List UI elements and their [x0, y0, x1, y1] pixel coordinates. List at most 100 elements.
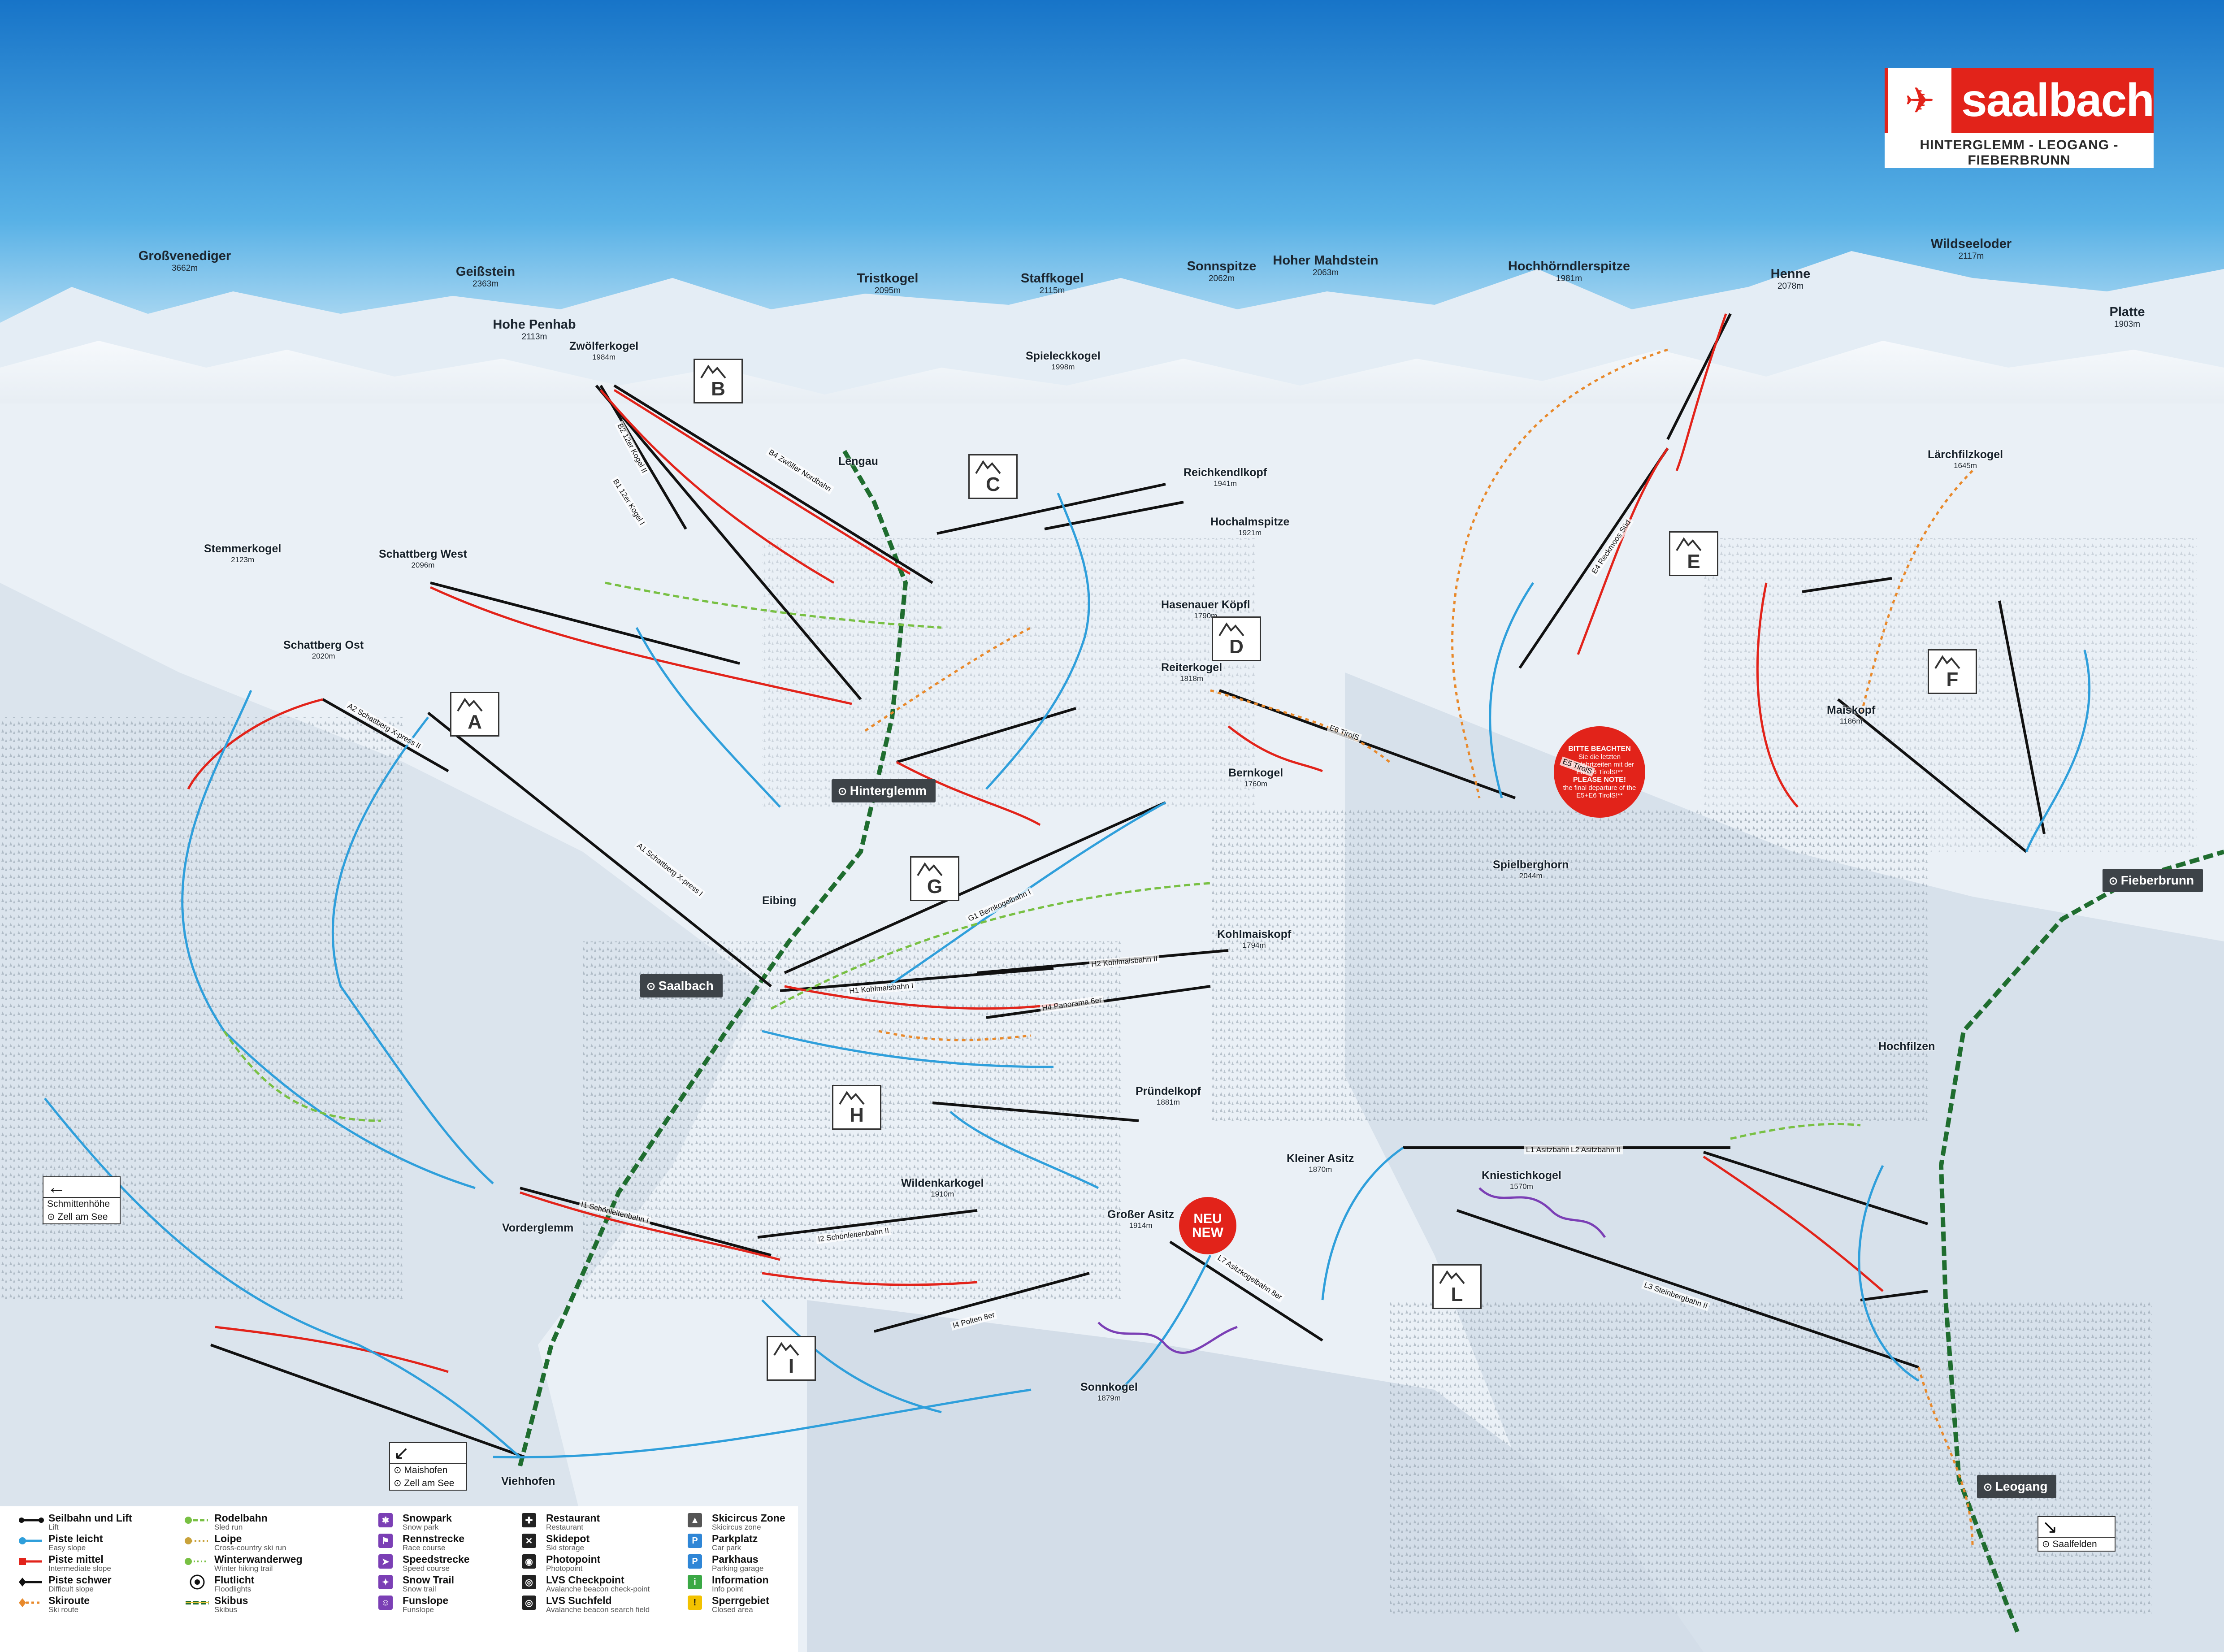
legend-item-garage: P Parkhaus Parking garage	[681, 1553, 785, 1573]
summit-label: Maiskopf 1186m	[1827, 704, 1876, 725]
summit-label: Sonnkogel 1879m	[1080, 1381, 1138, 1402]
town-badge-fieberbrunn[interactable]: Fieberbrunn	[2103, 869, 2203, 892]
peak-label: Geißstein 2363m	[455, 264, 516, 289]
zone-marker[interactable]: L	[1432, 1264, 1482, 1309]
legend-label-en: Skibus	[214, 1605, 238, 1614]
peak-label: Henne 2078m	[1770, 267, 1811, 291]
summit-label: Pründelkopf 1881m	[1136, 1085, 1201, 1106]
legend-item-floodlight: Flutlicht Floodlights	[184, 1574, 303, 1593]
legend-item-info: i Information Info point	[681, 1574, 785, 1593]
skibus-icon	[184, 1595, 211, 1610]
legend-label-en: Ski storage	[546, 1544, 585, 1552]
legend-item-photo: ◉ Photopoint Photopoint	[516, 1554, 650, 1573]
zone-marker[interactable]: D	[1212, 616, 1261, 661]
info-icon: i	[681, 1574, 708, 1590]
peak-label: Platte 1903m	[2109, 305, 2145, 329]
brand-logo: ✈ saalbach HINTERGLEMM - LEOGANG - FIEBE…	[1885, 68, 2155, 168]
legend-label: Piste leicht	[48, 1533, 103, 1544]
zone-marker[interactable]: G	[910, 856, 959, 901]
zone-marker[interactable]: F	[1928, 649, 1977, 694]
legend-item-easy: Piste leicht Easy slope	[18, 1533, 132, 1552]
summit-label: Reiterkogel 1818m	[1161, 661, 1223, 683]
map-legend: Seilbahn und Lift Lift Piste leicht Easy sl…	[0, 1506, 798, 1652]
legend-label-en: Sled run	[214, 1523, 243, 1531]
floodlight-icon	[184, 1574, 211, 1590]
closed-icon: !	[681, 1595, 708, 1610]
legend-label: Skibus	[214, 1595, 248, 1606]
summit-label: Hochalmspitze 1921m	[1210, 516, 1290, 537]
lift-label: L1 Asitzbahn I	[1524, 1145, 1576, 1154]
legend-label: Flutlicht	[214, 1574, 255, 1586]
direction-sign-schmittenhoehe: ← Schmittenhöhe ⊙ Zell am See	[43, 1176, 121, 1224]
garage-icon: P	[681, 1554, 708, 1569]
arrow-left-icon: ←	[43, 1177, 120, 1198]
snowpark-icon: ✱	[372, 1513, 399, 1528]
speed-icon: ➤	[372, 1554, 399, 1569]
skidepot-icon: ✕	[516, 1533, 542, 1548]
easy-icon	[18, 1533, 45, 1548]
legend-label: LVS Suchfeld	[546, 1595, 612, 1606]
summit-label: Zwölferkogel 1984m	[569, 340, 639, 361]
summit-label: Stemmerkogel 2123m	[204, 542, 282, 564]
parking-icon: P	[681, 1533, 708, 1548]
arrow-down-left-icon: ↙	[390, 1443, 466, 1464]
summit-label: Lärchfilzkogel 1645m	[1928, 448, 2003, 470]
town-badge-saalbach[interactable]: Saalbach	[640, 974, 723, 997]
legend-item-speed: ➤ Speedstrecke Speed course	[372, 1554, 470, 1573]
skiroute-icon	[18, 1595, 45, 1610]
zone-marker[interactable]: I	[767, 1336, 816, 1381]
legend-label-en: Funslope	[403, 1605, 434, 1614]
legend-item-closed: ! Sperrgebiet Closed area	[681, 1595, 785, 1614]
direction-sign-maishofen: ↙ ⊙ Maishofen ⊙ Zell am See	[389, 1442, 467, 1491]
summit-label: Bernkogel 1760m	[1228, 767, 1283, 788]
place-label: Hochfilzen	[1878, 1040, 1935, 1053]
summit-label: Großer Asitz 1914m	[1107, 1208, 1175, 1230]
zone-marker[interactable]: B	[694, 359, 743, 403]
legend-item-funslope: ☺ Funslope Funslope	[372, 1595, 470, 1614]
legend-label-en: Car park	[712, 1544, 741, 1552]
peak-label: Tristkogel 2095m	[857, 271, 919, 295]
arrow-down-right-icon: ↘	[2038, 1517, 2115, 1538]
zone-marker[interactable]: E	[1669, 531, 1718, 576]
legend-label-en: Cross-country ski run	[214, 1544, 286, 1552]
legend-item-skibus: Skibus Skibus	[184, 1595, 303, 1614]
summit-label: Spielberghorn 2044m	[1493, 859, 1569, 880]
legend-label: Parkplatz	[712, 1533, 758, 1544]
brand-name: saalbach	[1961, 74, 2155, 126]
legend-item-intermediate: Piste mittel Intermediate slope	[18, 1554, 132, 1573]
legend-item-lvs: ◎ LVS Checkpoint Avalanche beacon check-po…	[516, 1574, 650, 1593]
legend-item-hiking: Winterwanderweg Winter hiking trail	[184, 1554, 303, 1573]
legend-label-en: Avalanche beacon search field	[546, 1605, 650, 1614]
town-badge-leogang[interactable]: Leogang	[1977, 1475, 2057, 1498]
legend-label-en: Intermediate slope	[48, 1564, 111, 1573]
legend-item-race: ⚑ Rennstrecke Race course	[372, 1533, 470, 1552]
peak-label: Großvenediger 3662m	[138, 249, 231, 273]
photo-icon: ◉	[516, 1554, 542, 1569]
legend-label: Sperrgebiet	[712, 1595, 769, 1606]
legend-label-en: Snow park	[403, 1523, 439, 1531]
brand-subtitle: HINTERGLEMM - LEOGANG - FIEBERBRUNN	[1885, 133, 2154, 168]
snowtrail-icon: ✦	[372, 1574, 399, 1590]
legend-label-en: Snow trail	[403, 1585, 436, 1593]
peak-label: Hochhörndlerspitze 1981m	[1508, 259, 1630, 283]
legend-item-difficult: Piste schwer Difficult slope	[18, 1574, 132, 1593]
legend-label-en: Closed area	[712, 1605, 753, 1614]
zone-marker[interactable]: C	[968, 454, 1018, 499]
lvssearch-icon: ◎	[516, 1595, 542, 1610]
legend-label-en: Ski route	[48, 1605, 79, 1614]
legend-label: Parkhaus	[712, 1553, 759, 1565]
zone-marker[interactable]: H	[832, 1085, 881, 1130]
town-badge-hinterglemm[interactable]: Hinterglemm	[832, 779, 936, 802]
legend-label: Piste schwer	[48, 1574, 112, 1586]
zone-marker[interactable]: A	[450, 692, 499, 737]
summit-label: Kohlmaiskopf 1794m	[1217, 928, 1292, 950]
legend-label-en: Photopoint	[546, 1564, 583, 1573]
legend-label: Snowpark	[403, 1512, 452, 1524]
summit-label: Wildenkarkogel 1910m	[901, 1177, 984, 1198]
legend-label-en: Info point	[712, 1585, 743, 1593]
legend-label-en: Skicircus zone	[712, 1523, 761, 1531]
legend-item-snowpark: ✱ Snowpark Snow park	[372, 1512, 470, 1531]
legend-label-en: Restaurant	[546, 1523, 584, 1531]
skier-icon: ✈	[1888, 68, 1951, 133]
lift-icon	[18, 1513, 45, 1528]
